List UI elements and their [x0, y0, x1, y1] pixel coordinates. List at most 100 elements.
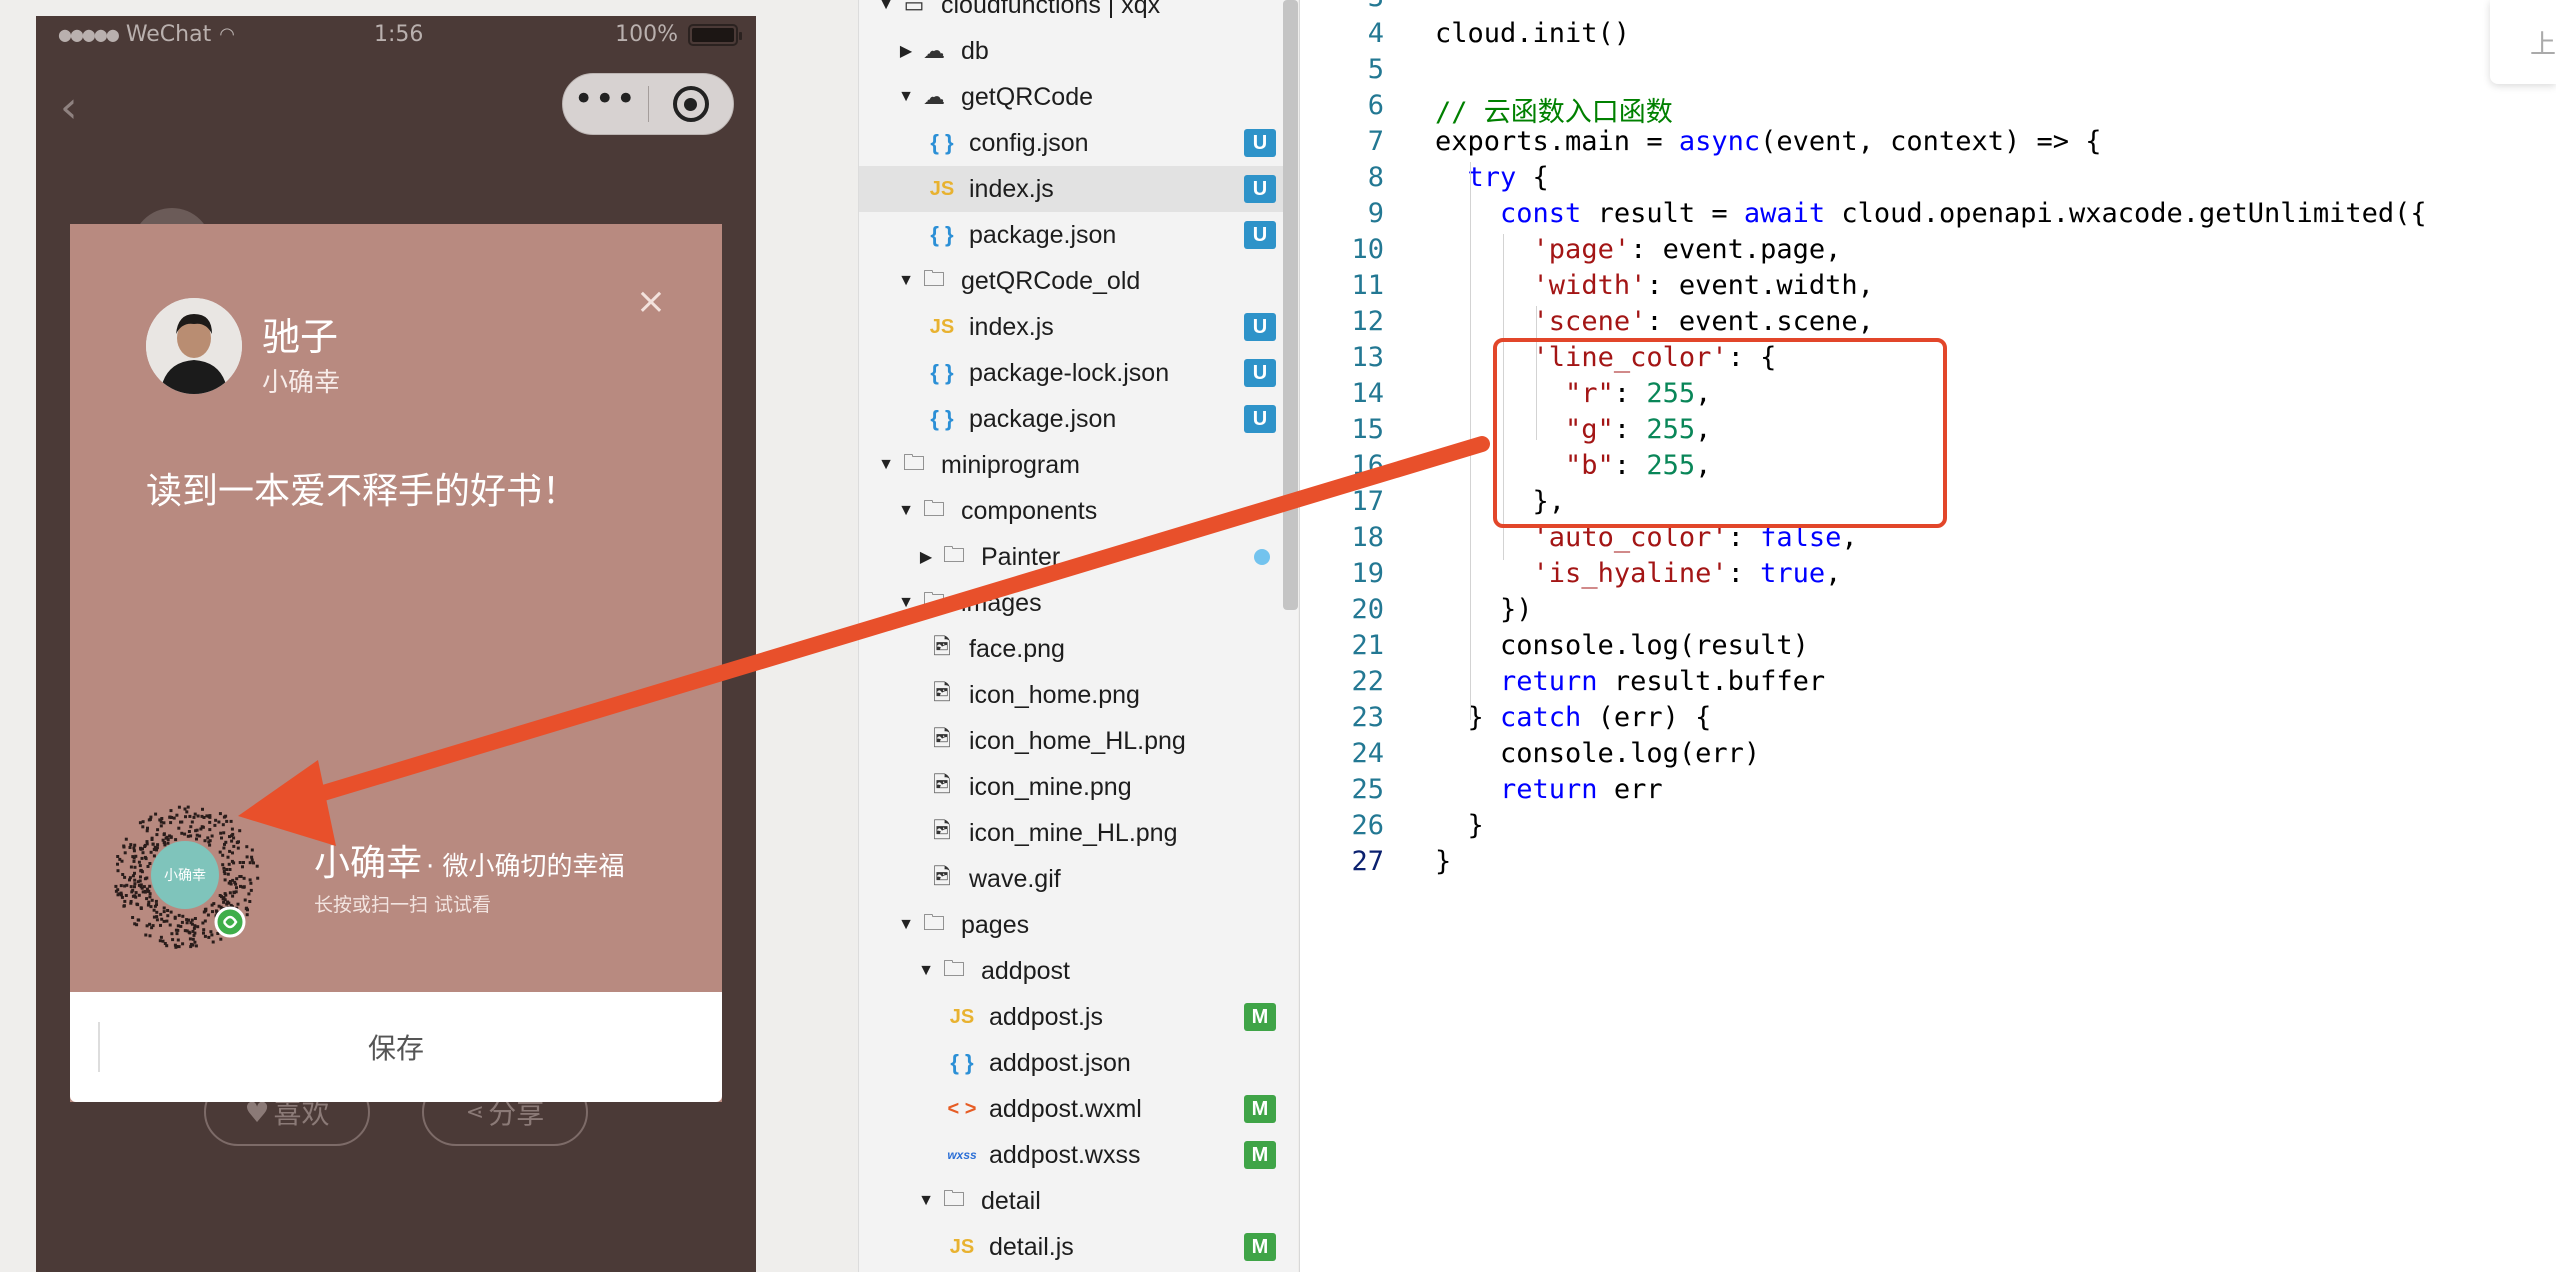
file-explorer: ▼ ▭ cloudfunctions | xqx ▶ ☁ db ▼ ☁ getQRCode { }…: [858, 0, 1298, 1272]
qr-dot: [229, 882, 233, 886]
image-file-icon: 🖻: [933, 864, 951, 889]
qr-dot: [166, 914, 170, 918]
qr-dot: [249, 888, 253, 892]
qr-dot: [248, 878, 252, 882]
qr-dot: [231, 851, 234, 855]
code-line[interactable]: try {: [1435, 162, 1549, 193]
caret-right-icon[interactable]: ▶: [915, 547, 937, 567]
caret-down-icon[interactable]: ▼: [915, 962, 937, 980]
code-token: err: [1597, 774, 1663, 805]
tree-item[interactable]: 🖻 face.png: [859, 626, 1298, 672]
more-button[interactable]: •••: [563, 82, 648, 116]
qr-dot: [230, 839, 234, 843]
save-button[interactable]: 保存: [70, 992, 722, 1102]
qr-dot: [137, 860, 141, 864]
tree-item[interactable]: ▼ ☁ getQRCode: [859, 74, 1298, 120]
caret-down-icon[interactable]: ▼: [875, 456, 897, 474]
code-token: try: [1467, 162, 1517, 193]
tree-item-label: pages: [961, 910, 1030, 939]
tree-item[interactable]: ▼ 🗀 miniprogram: [859, 442, 1298, 488]
qr-dot: [201, 807, 204, 811]
qr-dot: [249, 881, 253, 885]
qr-dot: [202, 931, 205, 935]
tree-item[interactable]: JS addpost.js M: [859, 994, 1298, 1040]
code-line[interactable]: }: [1435, 810, 1484, 841]
code-line[interactable]: return result.buffer: [1435, 666, 1825, 697]
qr-dot: [133, 885, 136, 889]
qr-dot: [242, 885, 246, 889]
tree-item[interactable]: { } addpost.json: [859, 1040, 1298, 1086]
tree-item[interactable]: ▼ ▭ cloudfunctions | xqx: [859, 0, 1298, 28]
tree-item[interactable]: < > addpost.wxml M: [859, 1086, 1298, 1132]
file-explorer-scrollbar[interactable]: [1283, 0, 1298, 610]
wifi-icon: ◠: [219, 24, 235, 45]
code-line[interactable]: 'width': event.width,: [1435, 270, 1874, 301]
qr-dot: [196, 814, 200, 818]
tree-item-label: addpost.json: [989, 1048, 1131, 1077]
tree-item[interactable]: ▼ 🗀 components: [859, 488, 1298, 534]
code-line[interactable]: console.log(result): [1435, 630, 1809, 661]
tree-item[interactable]: JS index.js U: [859, 166, 1298, 212]
tree-item[interactable]: 🖻 icon_mine.png: [859, 764, 1298, 810]
qr-dot: [181, 914, 185, 918]
qr-dot: [152, 908, 156, 912]
tree-item[interactable]: ▼ 🗀 addpost: [859, 948, 1298, 994]
qr-dot: [256, 876, 260, 880]
back-icon[interactable]: ‹: [60, 86, 100, 130]
tree-item[interactable]: JS detail.js M: [859, 1224, 1298, 1270]
tree-item[interactable]: ▶ 🗀 Painter: [859, 534, 1298, 580]
qr-dot: [136, 903, 140, 907]
folder-icon: 🗀: [922, 588, 945, 613]
code-line[interactable]: } catch (err) {: [1435, 702, 1712, 733]
code-line[interactable]: }): [1435, 594, 1533, 625]
close-icon[interactable]: ×: [636, 284, 666, 320]
code-line[interactable]: console.log(err): [1435, 738, 1760, 769]
code-line[interactable]: 'page': event.page,: [1435, 234, 1842, 265]
code-line[interactable]: cloud.init(): [1435, 18, 1630, 49]
qr-dot: [137, 883, 141, 887]
qr-dot: [190, 918, 194, 922]
caret-down-icon[interactable]: ▼: [895, 88, 917, 106]
caret-down-icon[interactable]: ▼: [895, 502, 917, 520]
close-miniprogram-button[interactable]: [649, 86, 734, 122]
tree-item[interactable]: wxss addpost.wxss M: [859, 1132, 1298, 1178]
caret-down-icon[interactable]: ▼: [915, 1192, 937, 1210]
code-line[interactable]: 'is_hyaline': true,: [1435, 558, 1842, 589]
tree-item-label: addpost.js: [989, 1002, 1103, 1031]
qr-dot: [184, 815, 187, 819]
tree-item[interactable]: 🖻 icon_mine_HL.png: [859, 810, 1298, 856]
tree-item[interactable]: 🖻 icon_home_HL.png: [859, 718, 1298, 764]
caret-right-icon[interactable]: ▶: [895, 41, 917, 61]
line-number: 4: [1367, 18, 1384, 49]
tree-item[interactable]: ▼ 🗀 pages: [859, 902, 1298, 948]
qr-code[interactable]: 小确幸: [110, 800, 260, 950]
tree-item[interactable]: { } package-lock.json U: [859, 350, 1298, 396]
tree-item[interactable]: ▼ 🗀 images: [859, 580, 1298, 626]
qr-dot: [228, 849, 232, 853]
tree-item[interactable]: JS index.js U: [859, 304, 1298, 350]
tree-item[interactable]: { } package.json U: [859, 212, 1298, 258]
code-line[interactable]: const result = await cloud.openapi.wxaco…: [1435, 198, 2427, 229]
code-line[interactable]: // 云函数入口函数: [1435, 90, 1673, 129]
code-line[interactable]: return err: [1435, 774, 1663, 805]
caret-down-icon[interactable]: ▼: [895, 272, 917, 290]
code-editor[interactable]: 3 4 cloud.init() 5 6 // 云函数入口函数 7 exports.main …: [1299, 0, 2556, 1272]
code-line[interactable]: 'scene': event.scene,: [1435, 306, 1874, 337]
qr-dot: [169, 835, 173, 839]
caret-down-icon[interactable]: ▼: [895, 916, 917, 934]
tree-item[interactable]: ▶ ☁ db: [859, 28, 1298, 74]
qr-dot: [217, 904, 221, 908]
caret-down-icon[interactable]: ▼: [895, 594, 917, 612]
signal-icon: ●●●●●: [58, 25, 120, 44]
code-line[interactable]: exports.main = async(event, context) => …: [1435, 126, 2102, 157]
caret-down-icon[interactable]: ▼: [875, 0, 897, 14]
tree-item[interactable]: ▼ 🗀 getQRCode_old: [859, 258, 1298, 304]
tree-item[interactable]: { } config.json U: [859, 120, 1298, 166]
tree-item[interactable]: 🖻 icon_home.png: [859, 672, 1298, 718]
qr-dot: [225, 819, 229, 823]
tree-item[interactable]: 🖻 wave.gif: [859, 856, 1298, 902]
code-line[interactable]: }: [1435, 846, 1451, 877]
tree-item[interactable]: { } package.json U: [859, 396, 1298, 442]
line-number: 15: [1351, 414, 1384, 445]
tree-item[interactable]: ▼ 🗀 detail: [859, 1178, 1298, 1224]
